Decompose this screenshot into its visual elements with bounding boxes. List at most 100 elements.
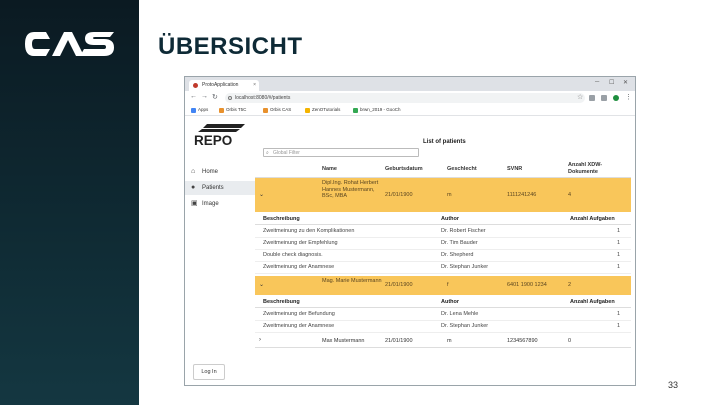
address-bar-row: ← → ↻ localhost:8080/#/patients ☆ ⋮ bbox=[185, 91, 635, 106]
document-desc: Zweitmeinung zu den Komplikationen bbox=[263, 228, 355, 234]
patient-birth: 21/01/1900 bbox=[385, 192, 413, 198]
document-tasks: 1 bbox=[617, 311, 621, 317]
document-author: Dr. Robert Fischer bbox=[441, 228, 486, 234]
document-row[interactable]: Zweitmeinung der Anamnese Dr. Stephan Ju… bbox=[255, 321, 631, 333]
table-header: Name Geburtsdatum Geschlecht SVNR Anzahl… bbox=[255, 161, 631, 178]
slide-title: ÜBERSICHT bbox=[158, 33, 303, 60]
search-icon: ⌕ bbox=[266, 150, 269, 156]
extension-icon[interactable] bbox=[601, 95, 607, 101]
apps-grid-icon bbox=[191, 107, 196, 113]
document-author: Dr. Stephan Junker bbox=[441, 264, 489, 270]
document-row[interactable]: Double check diagnosis. Dr. Shepherd 1 bbox=[255, 250, 631, 262]
page-number: 33 bbox=[667, 380, 678, 390]
patient-row[interactable]: › Max Mustermann 21/01/1900 m 1234567890… bbox=[255, 335, 631, 348]
back-icon[interactable]: ← bbox=[190, 93, 197, 100]
bookmark-favicon-icon bbox=[219, 107, 224, 113]
profile-avatar[interactable] bbox=[613, 95, 619, 101]
patient-birth: 21/01/1900 bbox=[385, 338, 413, 344]
extension-icon[interactable] bbox=[589, 95, 595, 101]
forward-icon[interactable]: → bbox=[201, 93, 208, 100]
document-row[interactable]: Zweitmeinung der Anamnese Dr. Stephan Ju… bbox=[255, 262, 631, 274]
column-header-author: Author bbox=[441, 216, 460, 222]
document-tasks: 1 bbox=[617, 240, 621, 246]
url-text: localhost:8080/#/patients bbox=[235, 95, 291, 101]
chevron-down-icon[interactable]: ⌄ bbox=[259, 281, 264, 288]
bookmark-item[interactable]: ZenOTutorials bbox=[305, 107, 340, 113]
chevron-down-icon[interactable]: ⌄ bbox=[259, 191, 264, 198]
column-header-docs[interactable]: Anzahl XDW-Dokumente bbox=[568, 162, 618, 175]
document-tasks: 1 bbox=[617, 323, 621, 329]
user-icon: ● bbox=[191, 184, 196, 191]
browser-tab[interactable]: ProtoApplication × bbox=[189, 80, 259, 91]
patient-svnr: 6401 1900 1234 bbox=[507, 282, 547, 288]
bookmark-item[interactable]: Orbis CAS bbox=[263, 107, 291, 113]
patient-gender: m bbox=[447, 338, 452, 344]
browser-screenshot: ProtoApplication × ─ ☐ ✕ ← → ↻ localhost… bbox=[184, 76, 636, 386]
list-title: List of patients bbox=[423, 139, 466, 145]
url-field[interactable]: localhost:8080/#/patients bbox=[225, 93, 585, 103]
column-header-desc: Beschreibung bbox=[263, 216, 300, 222]
document-desc: Zweitmeinung der Anamnese bbox=[263, 264, 335, 270]
document-row[interactable]: Zweitmeinung zu den Komplikationen Dr. R… bbox=[255, 226, 631, 238]
bookmark-item[interactable]: Orbis T5C bbox=[219, 107, 246, 113]
patient-docs: 2 bbox=[568, 282, 572, 288]
documents-header: Beschreibung Author Anzahl Aufgaben bbox=[255, 214, 631, 225]
patient-gender: m bbox=[447, 192, 452, 198]
column-header-svnr[interactable]: SVNR bbox=[507, 166, 522, 173]
nav-label: Home bbox=[202, 169, 219, 175]
patient-row[interactable]: ⌄ Dipl.Ing. Rohat Herbert Hannes Musterm… bbox=[255, 178, 631, 212]
image-icon: ▣ bbox=[191, 200, 198, 207]
maximize-icon[interactable]: ☐ bbox=[609, 79, 614, 86]
app-sidebar: REPO ⌂ Home ● Patients ▣ Image Log In bbox=[185, 116, 256, 385]
browser-menu-icon[interactable]: ⋮ bbox=[625, 93, 632, 101]
global-filter-input[interactable]: ⌕ Global Filter bbox=[263, 148, 419, 157]
document-tasks: 1 bbox=[617, 264, 621, 270]
column-header-desc: Beschreibung bbox=[263, 299, 300, 305]
document-row[interactable]: Zweitmeinung der Befundung Dr. Lena Mehl… bbox=[255, 309, 631, 321]
bookmark-item[interactable]: Apps bbox=[191, 107, 208, 113]
slide-sidebar bbox=[0, 0, 139, 405]
patient-row[interactable]: ⌄ Mag. Marie Mustermann 21/01/1900 f 640… bbox=[255, 276, 631, 295]
column-header-name[interactable]: Name bbox=[322, 166, 337, 173]
reload-icon[interactable]: ↻ bbox=[212, 93, 218, 101]
nav-item-patients[interactable]: ● Patients bbox=[185, 181, 255, 195]
column-header-tasks: Anzahl Aufgaben bbox=[570, 299, 615, 305]
minimize-icon[interactable]: ─ bbox=[595, 79, 599, 85]
patient-docs: 4 bbox=[568, 192, 572, 198]
home-icon: ⌂ bbox=[191, 168, 196, 175]
repo-logo: REPO bbox=[194, 124, 245, 146]
close-tab-icon[interactable]: × bbox=[253, 80, 256, 91]
cas-logo bbox=[25, 32, 114, 56]
nav-item-image[interactable]: ▣ Image bbox=[185, 197, 255, 211]
patient-name: Dipl.Ing. Rohat Herbert Hannes Musterman… bbox=[322, 180, 379, 199]
tab-title: ProtoApplication bbox=[202, 82, 239, 88]
bookmarks-bar: Apps Orbis T5C Orbis CAS ZenOTutorials b… bbox=[185, 105, 635, 116]
close-window-icon[interactable]: ✕ bbox=[623, 79, 628, 86]
document-desc: Zweitmeinung der Anamnese bbox=[263, 323, 335, 329]
column-header-tasks: Anzahl Aufgaben bbox=[570, 216, 615, 222]
filter-placeholder: Global Filter bbox=[273, 150, 300, 156]
document-tasks: 1 bbox=[617, 252, 621, 258]
app-favicon-icon bbox=[193, 83, 198, 88]
column-header-gender[interactable]: Geschlecht bbox=[447, 166, 477, 173]
patient-birth: 21/01/1900 bbox=[385, 282, 413, 288]
column-header-birth[interactable]: Geburtsdatum bbox=[385, 166, 423, 173]
document-row[interactable]: Zweitmeinung der Empfehlung Dr. Tim Baud… bbox=[255, 238, 631, 250]
chevron-right-icon[interactable]: › bbox=[259, 337, 261, 343]
bookmark-favicon-icon bbox=[353, 107, 358, 113]
info-icon bbox=[228, 96, 232, 100]
documents-header: Beschreibung Author Anzahl Aufgaben bbox=[255, 297, 631, 308]
document-desc: Double check diagnosis. bbox=[263, 252, 323, 258]
bookmark-item[interactable]: brwn_2019 - GooCh bbox=[353, 107, 401, 113]
login-button[interactable]: Log In bbox=[193, 364, 225, 380]
patient-gender: f bbox=[447, 282, 449, 288]
nav-item-home[interactable]: ⌂ Home bbox=[185, 165, 255, 179]
patient-svnr: 1111241246 bbox=[507, 192, 537, 198]
bookmark-star-icon[interactable]: ☆ bbox=[577, 93, 583, 101]
patients-panel: List of patients ⌕ Global Filter Name Ge… bbox=[255, 116, 635, 385]
patient-name: Mag. Marie Mustermann bbox=[322, 278, 382, 284]
document-desc: Zweitmeinung der Befundung bbox=[263, 311, 335, 317]
column-header-author: Author bbox=[441, 299, 460, 305]
document-desc: Zweitmeinung der Empfehlung bbox=[263, 240, 338, 246]
nav-label: Patients bbox=[202, 185, 224, 191]
